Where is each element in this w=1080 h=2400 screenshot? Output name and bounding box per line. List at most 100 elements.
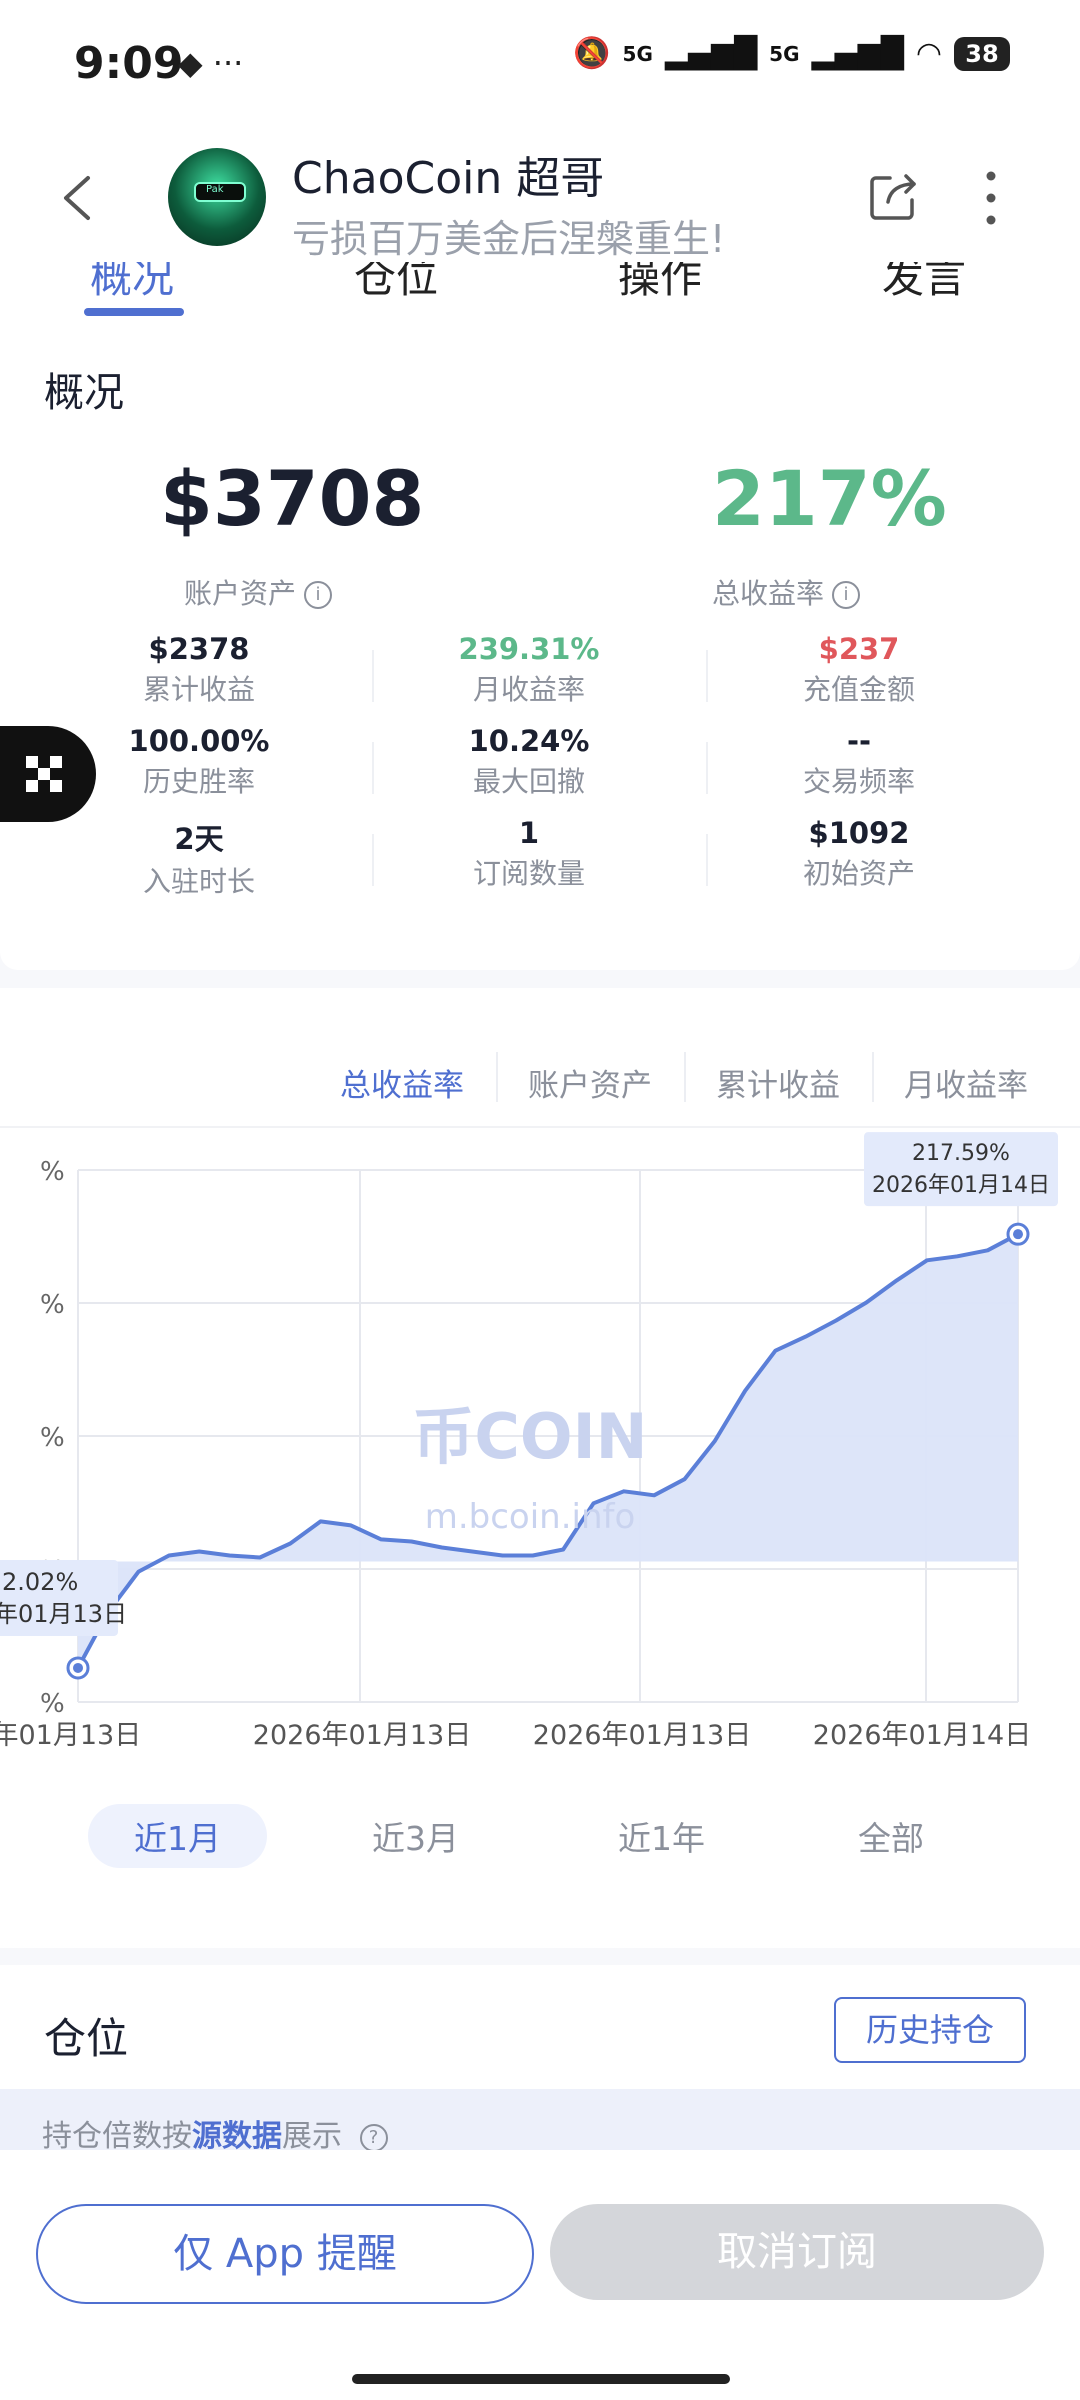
- chart-tab-account-assets[interactable]: 账户资产: [528, 1060, 652, 1105]
- y-tick-label: %: [40, 1423, 65, 1453]
- battery-icon: 38: [954, 36, 1010, 71]
- stat-monthly-return: 239.31% 月收益率: [364, 632, 694, 708]
- divider: [872, 1052, 874, 1102]
- range-3-months[interactable]: 近3月: [372, 1812, 459, 1860]
- share-icon[interactable]: [866, 168, 922, 224]
- stat-trade-frequency: -- 交易频率: [694, 724, 1024, 800]
- account-assets-value: $3708: [160, 454, 425, 543]
- stat-label: 累计收益: [142, 673, 255, 706]
- home-indicator: [352, 2374, 730, 2384]
- bottom-action-bar: 仅 App 提醒 取消订阅: [0, 2150, 1080, 2400]
- network-label-2: 5G: [769, 41, 800, 66]
- watermark-brand: 币COIN: [412, 1400, 647, 1473]
- account-assets-label: 账户资产: [184, 577, 297, 610]
- info-icon[interactable]: i: [832, 581, 861, 609]
- account-assets-label-wrap: 账户资产 i: [184, 572, 333, 612]
- unsubscribe-button[interactable]: 取消订阅: [550, 2204, 1044, 2300]
- stat-label: 初始资产: [802, 857, 915, 890]
- stat-value: 2天: [174, 822, 224, 856]
- chart-tab-cumulative-profit[interactable]: 累计收益: [716, 1060, 840, 1105]
- divider: [372, 834, 374, 886]
- overview-card: 概况 $3708 217% 账户资产 i 总收益率 i $2378 累计收益 239…: [0, 320, 1080, 970]
- status-right-icons: 🔕 5G ▂▄▆█ 5G ▂▄▆█ ◠ 38: [573, 36, 1010, 71]
- note-prefix: 持仓倍数按: [42, 2119, 192, 2154]
- active-tab-indicator: [84, 308, 184, 316]
- tab-operations[interactable]: 操作: [618, 262, 702, 305]
- signal-icon-2: ▂▄▆█: [811, 36, 904, 71]
- avatar[interactable]: Pak: [168, 148, 266, 246]
- positions-note: 持仓倍数按源数据展示 ?: [42, 2111, 388, 2155]
- stat-label: 最大回撤: [472, 765, 585, 798]
- user-bio: 亏损百万美金后涅槃重生!: [292, 217, 726, 261]
- profile-tabs: 概况 仓位 操作 发言: [0, 262, 1080, 322]
- stat-value: 239.31%: [458, 632, 600, 666]
- divider: [706, 742, 708, 794]
- stat-label: 订阅数量: [472, 857, 585, 890]
- start-tooltip-date: 年01月13日: [0, 1600, 127, 1628]
- stat-max-drawdown: 10.24% 最大回撤: [364, 724, 694, 800]
- avatar-text: Pak: [206, 184, 224, 195]
- source-data-link[interactable]: 源数据: [192, 2119, 282, 2154]
- chart-card: 总收益率 账户资产 累计收益 月收益率 %%%%%币COINm.bcoin.in…: [0, 988, 1080, 1948]
- chart-tab-total-return[interactable]: 总收益率: [340, 1060, 464, 1105]
- positions-note-bar: 持仓倍数按源数据展示 ?: [0, 2089, 1080, 2155]
- start-point-dot: [73, 1662, 83, 1673]
- back-arrow-icon[interactable]: [50, 168, 110, 228]
- y-tick-label: %: [40, 1157, 65, 1187]
- stat-label: 交易频率: [802, 765, 915, 798]
- stat-subscriptions: 1 订阅数量: [364, 816, 694, 892]
- mute-icon: 🔕: [573, 36, 611, 71]
- profile-header: Pak ChaoCoin 超哥 亏损百万美金后涅槃重生!: [0, 120, 1080, 270]
- watermark-url: m.bcoin.info: [425, 1497, 636, 1537]
- x-tick-label: 2026年01月13日: [253, 1720, 471, 1751]
- end-tooltip-date: 2026年01月14日: [872, 1173, 1050, 1198]
- stat-value: $237: [818, 632, 900, 666]
- tab-positions[interactable]: 仓位: [354, 262, 438, 305]
- stat-label: 入驻时长: [142, 865, 255, 898]
- end-tooltip-value: 217.59%: [912, 1141, 1010, 1166]
- okx-logo-icon: [26, 756, 62, 792]
- history-positions-button[interactable]: 历史持仓: [834, 1997, 1026, 2063]
- status-time: 9:09: [74, 38, 184, 89]
- range-all[interactable]: 全部: [858, 1812, 924, 1860]
- network-label-1: 5G: [622, 41, 653, 66]
- divider: [684, 1052, 686, 1102]
- range-1-year[interactable]: 近1年: [618, 1812, 705, 1860]
- total-return-label-wrap: 总收益率 i: [712, 572, 861, 612]
- stat-label: 充值金额: [802, 673, 915, 706]
- tab-overview[interactable]: 概况: [90, 262, 174, 305]
- y-tick-label: %: [40, 1689, 65, 1719]
- x-tick-label: 2026年01月13日: [0, 1720, 141, 1751]
- stat-time-joined: 2天 入驻时长: [34, 816, 364, 900]
- range-1-month[interactable]: 近1月: [88, 1804, 267, 1868]
- divider: [496, 1052, 498, 1102]
- info-icon[interactable]: i: [304, 581, 333, 609]
- return-chart[interactable]: %%%%%币COINm.bcoin.info2026年01月13日2026年01…: [0, 1128, 1080, 1828]
- wifi-icon: ◠: [915, 36, 942, 71]
- stat-value: 1: [518, 816, 540, 850]
- positions-section: 仓位 历史持仓 持仓倍数按源数据展示 ?: [0, 1965, 1080, 2155]
- more-options-icon[interactable]: [980, 168, 1002, 228]
- stat-value: $1092: [808, 816, 910, 850]
- stat-value: $2378: [148, 632, 250, 666]
- positions-title: 仓位: [44, 2014, 129, 2063]
- app-reminder-button[interactable]: 仅 App 提醒: [36, 2204, 534, 2304]
- divider: [372, 742, 374, 794]
- floating-okx-button[interactable]: [0, 726, 96, 822]
- stat-initial-assets: $1092 初始资产: [694, 816, 1024, 892]
- stat-label: 月收益率: [472, 673, 585, 706]
- stat-cumulative-profit: $2378 累计收益: [34, 632, 364, 708]
- user-name: ChaoCoin 超哥: [292, 153, 605, 204]
- chart-tab-monthly-return[interactable]: 月收益率: [904, 1060, 1028, 1105]
- stat-value: --: [846, 724, 872, 758]
- status-notification-icons: ◆ ···: [178, 44, 244, 82]
- tab-posts[interactable]: 发言: [882, 262, 966, 305]
- x-tick-label: 2026年01月13日: [533, 1720, 751, 1751]
- end-point-dot: [1013, 1229, 1023, 1240]
- divider: [706, 650, 708, 702]
- signal-icon: ▂▄▆█: [664, 36, 758, 71]
- x-tick-label: 2026年01月14日: [813, 1720, 1031, 1751]
- stat-deposit-amount: $237 充值金额: [694, 632, 1024, 708]
- total-return-label: 总收益率: [712, 577, 825, 610]
- help-icon[interactable]: ?: [359, 2123, 388, 2152]
